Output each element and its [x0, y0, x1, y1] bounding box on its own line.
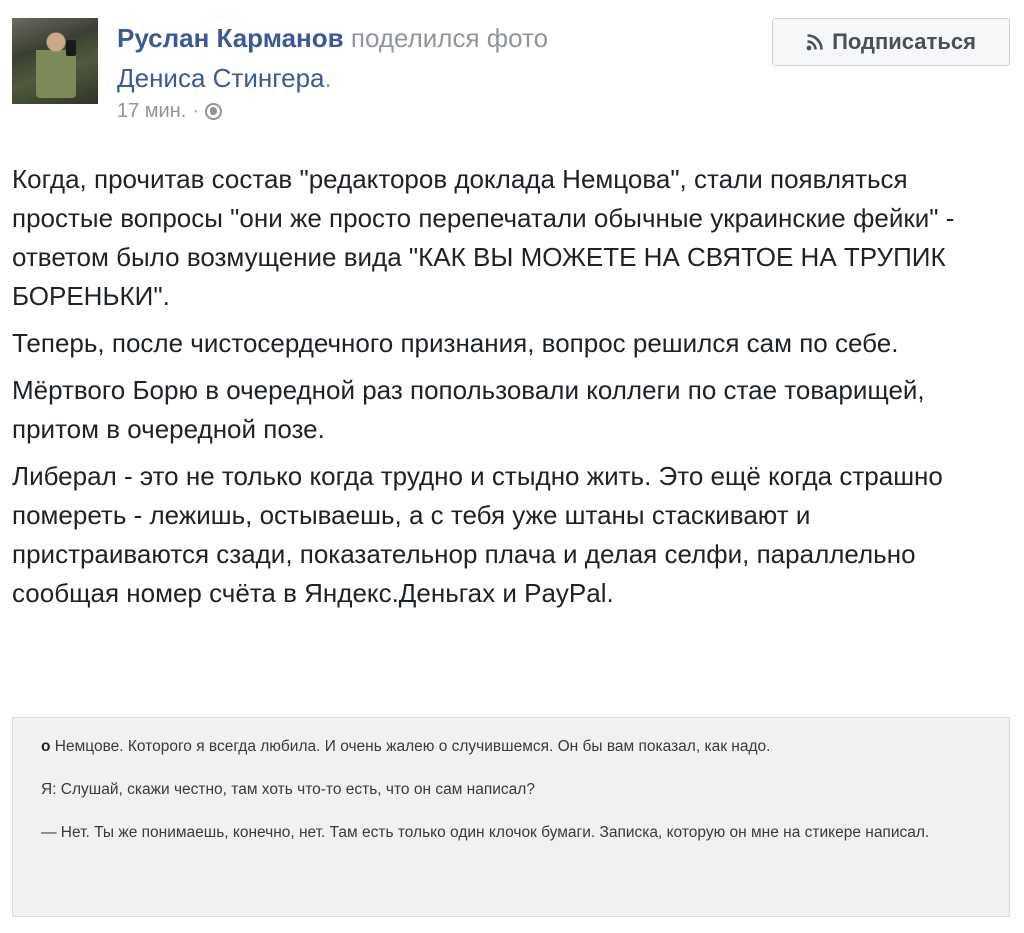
- avatar-figure: [36, 28, 76, 98]
- post-header: Руслан Карманов поделился фото Дениса Ст…: [117, 18, 677, 98]
- quote-text-1: Немцове. Которого я всегда любила. И оче…: [54, 738, 771, 755]
- avatar[interactable]: [12, 18, 98, 104]
- post-paragraph: Мёртвого Борю в очередной раз попользова…: [12, 375, 925, 444]
- post-paragraph: Когда, прочитав состав "редакторов докла…: [12, 164, 955, 311]
- post-text: Когда, прочитав состав "редакторов докла…: [12, 160, 1012, 621]
- shared-image-quote[interactable]: о Немцове. Которого я всегда любила. И о…: [12, 717, 1010, 917]
- quote-line-3: — Нет. Ты же понимаешь, конечно, нет. Та…: [41, 824, 930, 841]
- globe-icon[interactable]: [205, 103, 222, 120]
- source-link[interactable]: Дениса Стингера: [117, 63, 325, 93]
- quote-mark: о: [41, 738, 51, 755]
- subscribe-button[interactable]: Подписаться: [772, 18, 1010, 66]
- avatar-phone: [66, 40, 76, 56]
- subscribe-label: Подписаться: [832, 29, 976, 54]
- post-paragraph: Теперь, после чистосердечного признания,…: [12, 328, 899, 358]
- meta-separator: ·: [192, 100, 199, 122]
- author-name[interactable]: Руслан Карманов: [117, 23, 344, 53]
- quote-line-2: Я: Слушай, скажи честно, там хоть что-то…: [41, 781, 535, 798]
- post-meta: 17 мин. ·: [117, 100, 222, 123]
- share-action: поделился фото: [350, 23, 549, 53]
- source-period: .: [324, 63, 332, 93]
- quote-line-1: о Немцове. Которого я всегда любила. И о…: [41, 736, 989, 758]
- post-paragraph: Либерал - это не только когда трудно и с…: [12, 461, 943, 608]
- rss-icon: [806, 33, 824, 51]
- post-timestamp[interactable]: 17 мин.: [117, 100, 186, 123]
